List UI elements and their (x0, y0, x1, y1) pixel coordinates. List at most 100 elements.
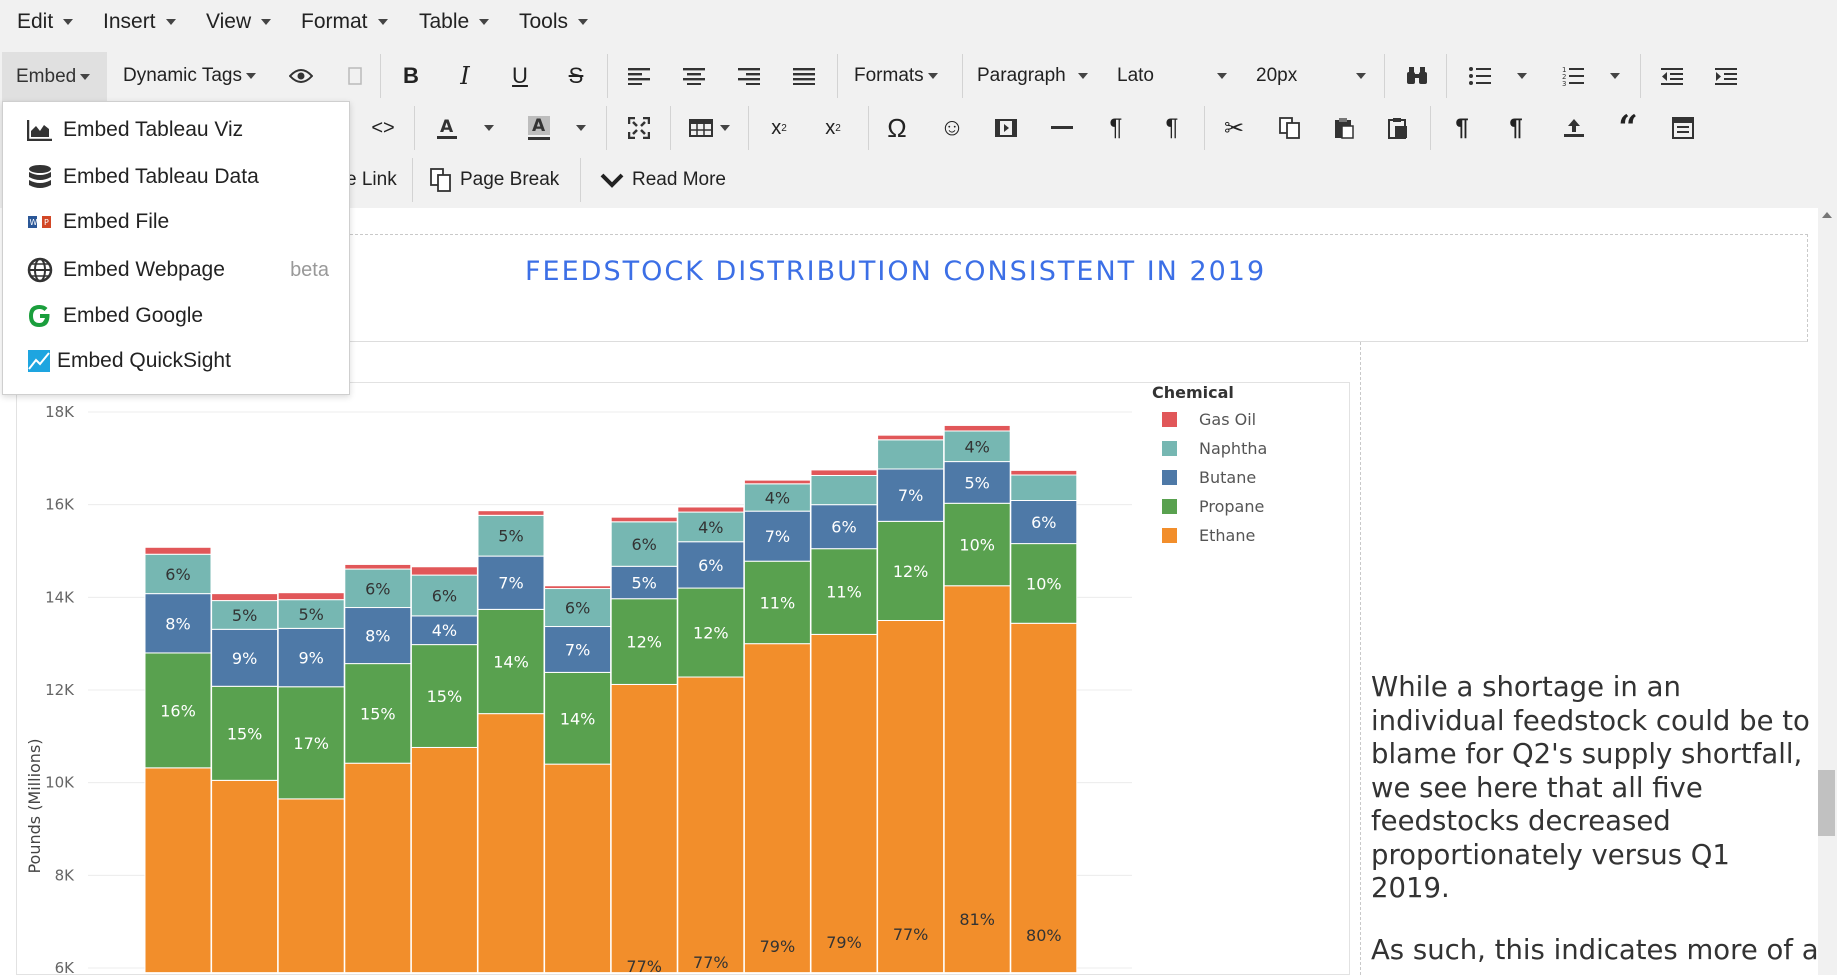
globe-icon (27, 257, 53, 283)
insert-media-icon[interactable] (991, 108, 1021, 148)
font-size-value: 20px (1256, 65, 1298, 86)
page-break-icon (430, 168, 451, 192)
paragraph-line: proportionately versus Q1 (1371, 838, 1730, 871)
formats-label: Formats (854, 65, 924, 86)
italic-icon[interactable]: I (450, 56, 480, 96)
embed-quicksight-item[interactable]: Embed QuickSight (27, 349, 231, 373)
bar-data-label: 10% (1026, 574, 1062, 593)
bar-segment-ethane (677, 676, 745, 974)
bar-data-label: 5% (498, 527, 523, 546)
table-chevron-icon[interactable] (716, 108, 734, 148)
vertical-scrollbar[interactable] (1818, 208, 1837, 975)
bold-icon[interactable]: B (396, 56, 426, 96)
menu-tools[interactable]: Tools (519, 10, 589, 34)
show-blocks-icon[interactable]: ¶ (1447, 108, 1477, 148)
menu-table-label: Table (419, 10, 470, 33)
align-center-icon[interactable] (680, 56, 708, 96)
emoticons-smiley-icon[interactable]: ☺ (937, 108, 967, 148)
visual-chars-icon[interactable]: ¶ (1501, 108, 1531, 148)
numbered-list-options-chevron-icon[interactable] (1606, 56, 1624, 96)
align-right-icon[interactable] (735, 56, 763, 96)
menu-view[interactable]: View (206, 10, 272, 34)
embed-tableau-data-item[interactable]: Embed Tableau Data (27, 164, 259, 190)
legend-title: Chemical (1152, 383, 1234, 402)
subscript-icon[interactable]: x2 (764, 108, 794, 148)
menu-table[interactable]: Table (419, 10, 490, 34)
bar-data-label: 16% (160, 701, 196, 720)
source-code-icon[interactable]: <> (368, 108, 398, 148)
link-button[interactable]: e Link (346, 160, 397, 200)
scrollbar-thumb[interactable] (1818, 770, 1835, 836)
embed-file-item[interactable]: WP Embed File (27, 210, 169, 234)
align-justify-icon[interactable] (790, 56, 818, 96)
dynamic-tags-button[interactable]: Dynamic Tags (123, 56, 256, 96)
text-color-chevron-icon[interactable] (480, 108, 498, 148)
horizontal-line-icon[interactable] (1047, 108, 1077, 148)
background-color-icon[interactable]: A (524, 108, 554, 148)
bar-data-label: 77% (626, 957, 662, 976)
body-paragraph-1[interactable]: While a shortage in an individual feedst… (1371, 671, 1811, 906)
body-paragraph-2[interactable]: As such, this indicates more of a (1371, 934, 1819, 968)
numbered-list-icon[interactable]: 123 (1558, 56, 1588, 96)
blockquote-icon[interactable]: “ (1613, 108, 1643, 148)
fullscreen-icon[interactable] (624, 108, 654, 148)
scroll-up-arrow-icon[interactable] (1822, 212, 1832, 218)
menu-format[interactable]: Format (301, 10, 388, 34)
embed-tableau-viz-item[interactable]: Embed Tableau Viz (27, 118, 243, 142)
bar-segment-ethane (610, 683, 678, 974)
background-color-chevron-icon[interactable] (572, 108, 590, 148)
blank-block-icon[interactable] (342, 56, 368, 96)
special-character-omega-icon[interactable]: Ω (882, 108, 912, 148)
paste-icon[interactable] (1329, 108, 1359, 148)
bullet-list-options-chevron-icon[interactable] (1513, 56, 1531, 96)
chevron-down-icon (63, 19, 74, 25)
upload-icon[interactable] (1559, 108, 1589, 148)
font-family-select[interactable]: Lato (1117, 56, 1227, 96)
outdent-icon[interactable] (1657, 56, 1687, 96)
text-color-icon[interactable]: A (432, 108, 462, 148)
indent-icon[interactable] (1711, 56, 1741, 96)
embed-webpage-item[interactable]: Embed Webpage beta (27, 257, 329, 283)
bar-segment-gas-oil (477, 510, 545, 516)
paste-text-icon[interactable] (1383, 108, 1413, 148)
menu-edit[interactable]: Edit (17, 10, 74, 34)
formats-dropdown[interactable]: Formats (854, 56, 938, 96)
bar-segment-gas-oil (743, 479, 811, 485)
copy-icon[interactable] (1275, 108, 1305, 148)
cut-scissors-icon[interactable]: ✂ (1219, 108, 1249, 148)
bar-data-label: 6% (1031, 513, 1056, 532)
toolbar-separator (607, 54, 608, 98)
page-break-button[interactable]: Page Break (430, 160, 559, 200)
menu-format-label: Format (301, 10, 368, 33)
chevron-down-icon (1610, 73, 1620, 79)
y-tick-label: 6K (55, 959, 76, 976)
bar-segment-ethane (211, 779, 279, 974)
template-icon[interactable] (1668, 108, 1698, 148)
table-icon[interactable] (686, 108, 716, 148)
read-more-button[interactable]: Read More (600, 160, 726, 200)
toolbar-separator (606, 106, 607, 150)
ltr-paragraph-icon[interactable]: ¶ (1101, 108, 1131, 148)
bullet-list-icon[interactable] (1465, 56, 1495, 96)
superscript-icon[interactable]: x2 (818, 108, 848, 148)
font-size-select[interactable]: 20px (1256, 56, 1366, 96)
paragraph-dropdown[interactable]: Paragraph (977, 56, 1088, 96)
bar-data-label: 11% (826, 583, 862, 602)
underline-icon[interactable]: U (505, 56, 535, 96)
embed-google-item[interactable]: Embed Google (27, 303, 203, 329)
paragraph-line: we see here that all five (1371, 771, 1703, 804)
bar-segment-gas-oil (544, 585, 612, 590)
bar-data-label: 80% (1026, 926, 1062, 945)
align-left-icon[interactable] (625, 56, 653, 96)
rtl-paragraph-icon[interactable]: ¶ (1157, 108, 1187, 148)
menu-insert[interactable]: Insert (103, 10, 176, 34)
bar-data-label: 77% (693, 953, 729, 972)
strikethrough-icon[interactable]: S (561, 56, 591, 96)
chevron-down-icon (576, 125, 586, 131)
bar-data-label: 11% (760, 593, 796, 612)
embed-button[interactable]: Embed (2, 52, 107, 102)
legend-label: Propane (1199, 497, 1264, 516)
find-replace-binoculars-icon[interactable] (1402, 56, 1432, 96)
preview-eye-icon[interactable] (286, 56, 316, 96)
bar-data-label: 5% (632, 574, 657, 593)
